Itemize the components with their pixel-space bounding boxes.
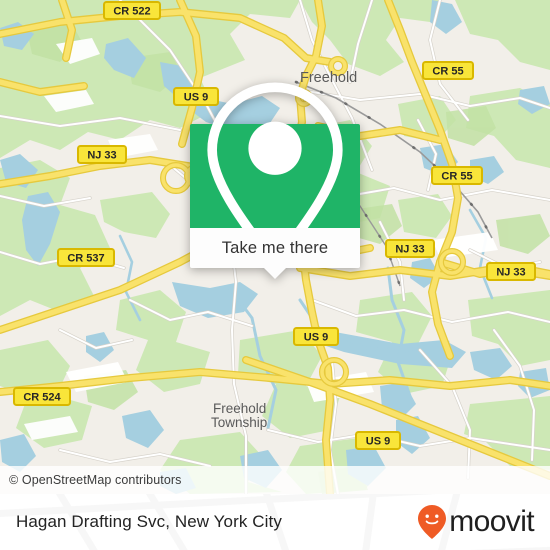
road-shield: US 9	[355, 431, 401, 450]
svg-text:US 9: US 9	[366, 436, 390, 448]
map-pin-icon	[207, 82, 343, 270]
svg-text:CR 55: CR 55	[441, 171, 472, 183]
popup-header	[190, 82, 360, 270]
road-shield: CR 55	[422, 61, 474, 80]
moovit-smiley-pin-icon	[418, 505, 447, 539]
osm-attribution-text: © OpenStreetMap contributors	[9, 473, 182, 487]
footer-bar: Hagan Drafting Svc, New York City moovit	[0, 494, 550, 550]
svg-text:NJ 33: NJ 33	[496, 267, 525, 279]
road-shield: NJ 33	[77, 145, 127, 164]
popup-action[interactable]: Take me there	[190, 228, 360, 279]
moovit-wordmark: moovit	[449, 505, 534, 538]
svg-text:CR 55: CR 55	[432, 66, 463, 78]
svg-text:CR 524: CR 524	[23, 392, 61, 404]
moovit-map-screenshot: Freehold Freehold Township CR 522 CR 55	[0, 0, 550, 550]
popup-tail	[264, 268, 286, 279]
place-title: Hagan Drafting Svc, New York City	[16, 512, 282, 531]
road-shield: CR 522	[103, 1, 161, 20]
svg-text:CR 522: CR 522	[113, 6, 150, 18]
road-shield: CR 55	[431, 166, 483, 185]
map-attribution-bar: © OpenStreetMap contributors	[0, 466, 550, 494]
road-shield: CR 524	[13, 387, 71, 406]
svg-text:NJ 33: NJ 33	[87, 150, 116, 162]
moovit-logo[interactable]: moovit	[417, 504, 535, 540]
take-me-there-label: Take me there	[221, 238, 329, 257]
road-shield: NJ 33	[385, 239, 435, 258]
map-canvas[interactable]: Freehold Freehold Township CR 522 CR 55	[0, 0, 550, 494]
road-shield: NJ 33	[486, 262, 536, 281]
svg-text:NJ 33: NJ 33	[395, 244, 424, 256]
svg-text:CR 537: CR 537	[67, 253, 104, 265]
location-popup-card[interactable]: Take me there	[190, 82, 360, 279]
road-shield: CR 537	[57, 248, 115, 267]
